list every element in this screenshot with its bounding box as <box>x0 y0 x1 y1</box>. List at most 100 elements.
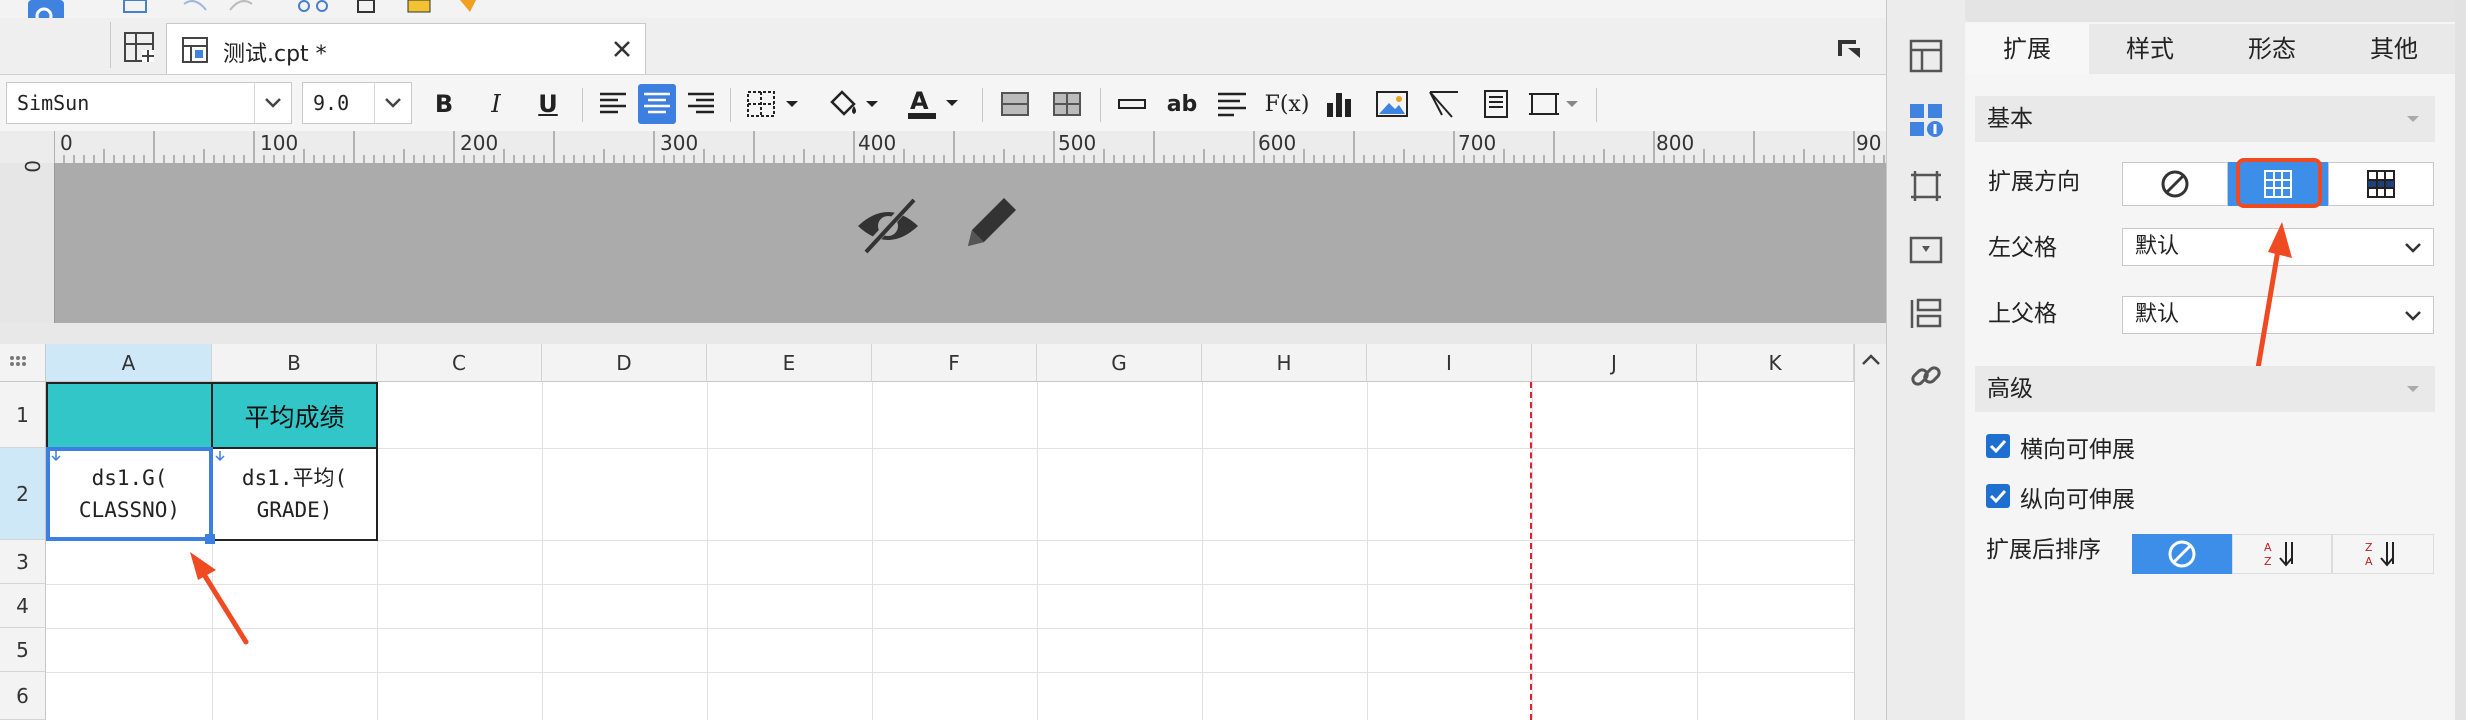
vertical-stretch-checkbox[interactable] <box>1986 484 2010 508</box>
merge-cells-button[interactable] <box>998 84 1032 124</box>
column-header-b[interactable]: B <box>212 344 377 382</box>
insert-block-button[interactable] <box>1526 84 1584 124</box>
sort-none-button[interactable] <box>2132 534 2232 574</box>
tab-form[interactable]: 形态 <box>2211 24 2333 74</box>
new-report-icon[interactable] <box>120 0 150 14</box>
sort-ascending-button[interactable]: AZ <box>2232 534 2332 574</box>
section-basic-title: 基本 <box>1987 106 2033 132</box>
border-button[interactable] <box>744 84 804 124</box>
slash-cell-icon <box>1429 91 1458 118</box>
cell-a2-selected[interactable]: ds1.G( CLASSNO) <box>46 447 213 541</box>
highlight-box <box>2236 158 2322 208</box>
insert-chart-button[interactable] <box>1320 84 1360 124</box>
no-sort-icon <box>2168 540 2196 568</box>
fill-color-button[interactable] <box>826 84 886 124</box>
svg-text:Z: Z <box>2365 541 2373 554</box>
tab-other[interactable]: 其他 <box>2333 24 2455 74</box>
format-painter-icon[interactable] <box>456 0 482 14</box>
check-icon <box>1989 439 2007 454</box>
align-left-button[interactable] <box>594 84 632 124</box>
row-header-2[interactable]: 2 <box>0 448 46 540</box>
condition-list-icon <box>1910 298 1942 328</box>
row-header-4[interactable]: 4 <box>0 584 46 628</box>
vertical-scrollbar[interactable] <box>1854 344 1887 720</box>
close-icon[interactable] <box>611 38 633 60</box>
top-parent-value: 默认 <box>2135 302 2180 327</box>
ruler-tick: 800 <box>1656 131 1695 155</box>
expand-down-marker-icon <box>50 450 62 462</box>
font-color-button[interactable]: A <box>904 84 964 124</box>
sidebar-widget-button[interactable] <box>1906 230 1946 270</box>
collapse-toolbar-icon[interactable] <box>1836 36 1862 60</box>
sidebar-cell-attributes-button[interactable] <box>1906 100 1946 140</box>
section-basic[interactable]: 基本 <box>1975 96 2435 142</box>
font-size-select[interactable]: 9.0 <box>302 82 412 124</box>
bold-button[interactable]: B <box>426 84 462 124</box>
grip-dots-icon <box>10 356 26 366</box>
cell-b1[interactable]: 平均成绩 <box>211 382 378 449</box>
copy-icon[interactable] <box>352 0 382 14</box>
insert-slash-button[interactable] <box>1424 84 1464 124</box>
chevron-down-icon <box>374 83 411 123</box>
scissors-icon[interactable] <box>296 0 332 14</box>
expand-horizontal-button[interactable] <box>2328 162 2434 206</box>
italic-button[interactable]: I <box>478 84 514 124</box>
chevron-down-icon <box>2403 366 2423 428</box>
bar-chart-icon <box>1327 93 1351 117</box>
file-tab[interactable]: 测试.cpt * <box>166 23 646 74</box>
ruler-tick: 500 <box>1058 131 1097 155</box>
sort-descending-button[interactable]: ZA <box>2332 534 2434 574</box>
undo-icon[interactable] <box>180 0 210 14</box>
cell-a1[interactable] <box>46 382 213 449</box>
edit-pencil-icon[interactable] <box>958 190 1024 256</box>
column-header-i[interactable]: I <box>1367 344 1532 382</box>
expand-none-button[interactable] <box>2122 162 2228 206</box>
sidebar-condition-button[interactable] <box>1906 294 1946 334</box>
section-advanced[interactable]: 高级 <box>1975 366 2435 412</box>
column-header-h[interactable]: H <box>1202 344 1367 382</box>
sidebar-hyperlink-button[interactable] <box>1906 356 1946 396</box>
insert-text-field-button[interactable] <box>1114 84 1150 124</box>
paste-icon[interactable] <box>404 0 434 14</box>
insert-formula-button[interactable]: F(x) <box>1262 84 1312 124</box>
sidebar-cell-element-button[interactable] <box>1906 36 1946 76</box>
insert-subreport-button[interactable] <box>1476 84 1516 124</box>
align-center-button[interactable] <box>638 84 676 124</box>
font-name-select[interactable]: SimSun <box>6 82 292 124</box>
split-cells-button[interactable] <box>1050 84 1084 124</box>
top-parent-label: 上父格 <box>1988 301 2057 327</box>
font-name-value: SimSun <box>17 91 90 115</box>
column-header-a[interactable]: A <box>46 344 212 382</box>
redo-icon[interactable] <box>226 0 256 14</box>
page-header-area[interactable] <box>0 163 1886 323</box>
header-divider <box>0 323 1886 344</box>
align-right-button[interactable] <box>682 84 720 124</box>
left-parent-label: 左父格 <box>1988 235 2057 261</box>
fill-handle[interactable] <box>205 534 215 544</box>
row-header-6[interactable]: 6 <box>0 672 46 720</box>
column-header-e[interactable]: E <box>707 344 872 382</box>
tab-style[interactable]: 样式 <box>2089 24 2211 74</box>
row-header-5[interactable]: 5 <box>0 628 46 672</box>
column-header-c[interactable]: C <box>377 344 542 382</box>
ruler-tick: 600 <box>1258 131 1297 155</box>
insert-rich-text-button[interactable] <box>1212 84 1252 124</box>
column-header-g[interactable]: G <box>1037 344 1202 382</box>
underline-button[interactable]: U <box>530 84 566 124</box>
panel-scrollbar[interactable] <box>2455 0 2466 720</box>
tab-expand[interactable]: 扩展 <box>1965 24 2089 74</box>
insert-text-button[interactable]: ab <box>1160 84 1204 124</box>
column-header-f[interactable]: F <box>872 344 1037 382</box>
row-header-3[interactable]: 3 <box>0 540 46 584</box>
cell-b2[interactable]: ds1.平均( GRADE) <box>211 447 378 541</box>
sidebar-float-element-button[interactable] <box>1906 166 1946 206</box>
row-header-1[interactable]: 1 <box>0 382 46 448</box>
select-all-corner[interactable] <box>0 344 46 382</box>
eye-slash-icon[interactable] <box>852 192 924 258</box>
insert-image-button[interactable] <box>1372 84 1412 124</box>
horizontal-stretch-checkbox[interactable] <box>1986 434 2010 458</box>
column-header-j[interactable]: J <box>1532 344 1697 382</box>
grid-add-icon[interactable] <box>122 30 156 64</box>
column-header-k[interactable]: K <box>1697 344 1854 382</box>
column-header-d[interactable]: D <box>542 344 707 382</box>
